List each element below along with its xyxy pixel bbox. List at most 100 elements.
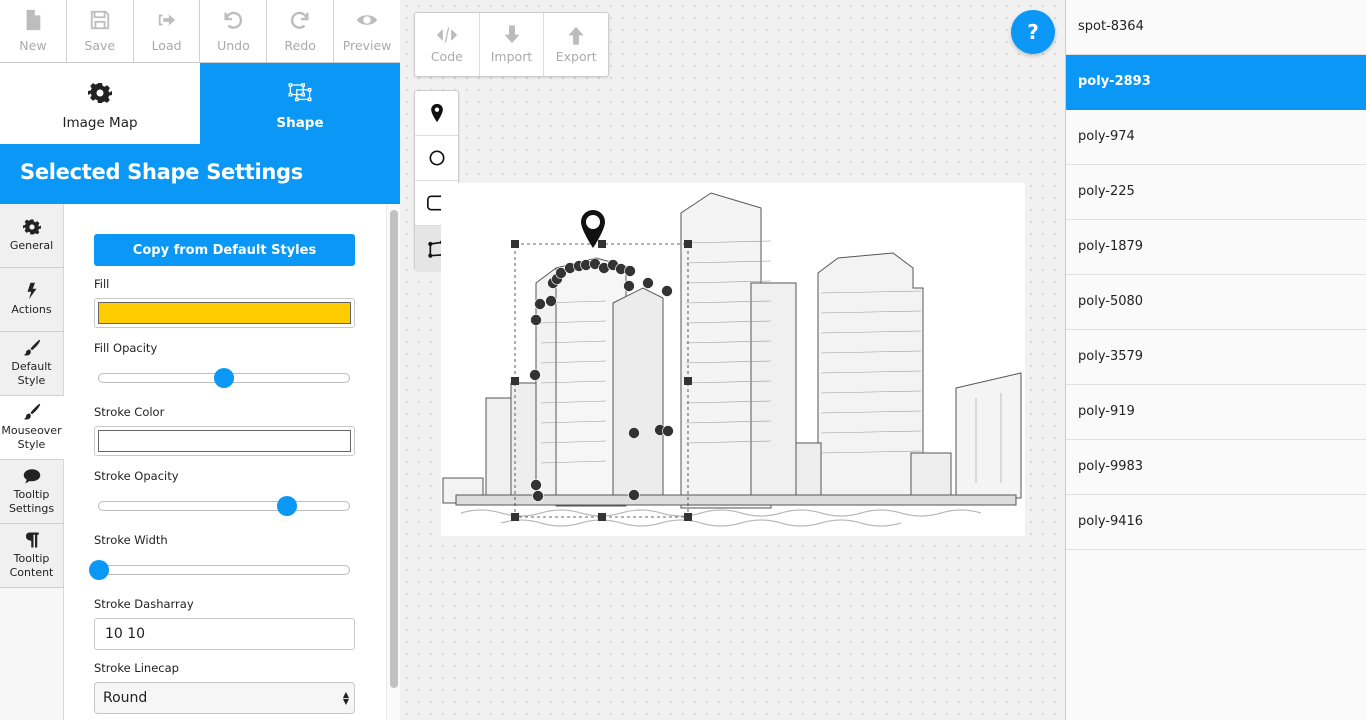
load-button[interactable]: Load (134, 0, 201, 62)
stroke-width-slider[interactable] (89, 560, 350, 580)
polygon-vertex[interactable] (532, 490, 544, 502)
sign-in-icon (158, 14, 175, 26)
polygon-vertex[interactable] (642, 277, 654, 289)
stroke-width-slider-thumb[interactable] (89, 560, 109, 580)
paintbrush-icon (23, 403, 40, 420)
form-scrollbar-thumb[interactable] (390, 210, 398, 688)
main-toolbar: New Save Load Undo Redo Preview (0, 0, 400, 63)
polygon-vertex[interactable] (628, 427, 640, 439)
save-label: Save (84, 38, 116, 53)
polygon-vertex[interactable] (662, 425, 674, 437)
tool-spot[interactable] (415, 91, 458, 136)
new-label: New (19, 38, 47, 53)
tool-oval[interactable] (415, 136, 458, 181)
tab-shape-label: Shape (276, 115, 324, 131)
fill-opacity-slider-thumb[interactable] (214, 368, 234, 388)
resize-handle[interactable] (511, 377, 519, 385)
shape-list-item[interactable]: poly-919 (1066, 385, 1366, 440)
resize-handle[interactable] (598, 513, 606, 521)
floppy-icon (90, 10, 109, 30)
side-tab-mouseover-style[interactable]: Mouseover Style (0, 396, 64, 460)
polygon-vertex[interactable] (534, 298, 546, 310)
code-label: Code (430, 49, 463, 64)
tab-image-map[interactable]: Image Map (0, 63, 200, 144)
stroke-opacity-slider[interactable] (98, 496, 350, 516)
stroke-color-label: Stroke Color (94, 405, 165, 419)
polygon-vertex[interactable] (623, 280, 635, 292)
file-ops-toolbar: Code Import Export (414, 12, 609, 77)
shape-list-item[interactable]: poly-1879 (1066, 220, 1366, 275)
code-button[interactable]: Code (415, 13, 480, 76)
resize-handle[interactable] (511, 513, 519, 521)
arrow-down-icon (503, 25, 520, 44)
circle-icon (429, 150, 444, 166)
fill-opacity-slider[interactable] (98, 368, 350, 388)
stroke-linecap-select[interactable]: Round ▲ ▼ (94, 682, 355, 714)
polygon-vertex[interactable] (530, 479, 542, 491)
editor-canvas: Code Import Export ? (401, 0, 1065, 720)
image-map-image[interactable] (441, 183, 1025, 536)
copy-from-default-button[interactable]: Copy from Default Styles (94, 234, 355, 266)
shape-list-item[interactable]: poly-5080 (1066, 275, 1366, 330)
shape-list-item[interactable]: poly-9416 (1066, 495, 1366, 550)
gear-icon (88, 83, 112, 103)
shape-list-item[interactable]: poly-974 (1066, 110, 1366, 165)
stroke-color-picker[interactable] (94, 426, 355, 456)
tab-shape[interactable]: Shape (200, 63, 400, 144)
side-tab-default-style[interactable]: Default Style (0, 332, 64, 396)
side-tab-tooltip-settings[interactable]: Tooltip Settings (0, 460, 64, 524)
stroke-color-swatch (98, 430, 351, 452)
stroke-opacity-slider-thumb[interactable] (276, 496, 297, 516)
polygon-vertex[interactable] (628, 489, 640, 501)
new-button[interactable]: New (0, 0, 67, 62)
resize-handle[interactable] (684, 513, 692, 521)
export-button[interactable]: Export (544, 13, 608, 76)
tab-image-map-label: Image Map (62, 115, 138, 131)
redo-button[interactable]: Redo (267, 0, 335, 62)
stroke-width-label: Stroke Width (94, 533, 168, 547)
resize-handle[interactable] (511, 240, 519, 248)
undo-button[interactable]: Undo (200, 0, 268, 62)
shape-list-item[interactable]: spot-8364 (1066, 0, 1366, 55)
preview-label: Preview (342, 38, 392, 53)
stroke-linecap-value: Round (103, 690, 148, 706)
side-tab-actions-label: Actions (11, 303, 52, 316)
section-title: Selected Shape Settings (0, 144, 400, 204)
bolt-icon (27, 282, 36, 300)
side-tab-actions[interactable]: Actions (0, 268, 64, 332)
polygon-vertex[interactable] (529, 369, 541, 381)
polygon-vertex[interactable] (624, 265, 636, 277)
shapes-list: spot-8364 poly-2893 poly-974 poly-225 po… (1065, 0, 1366, 720)
shape-list-item[interactable]: poly-225 (1066, 165, 1366, 220)
shape-list-item[interactable]: poly-2893 (1066, 55, 1366, 110)
side-tab-tooltip-settings-label: Tooltip Settings (8, 488, 55, 515)
resize-handles (511, 240, 692, 521)
shape-list-item[interactable]: poly-3579 (1066, 330, 1366, 385)
fill-color-picker[interactable] (94, 298, 355, 328)
preview-button[interactable]: Preview (334, 0, 400, 62)
resize-handle[interactable] (684, 377, 692, 385)
polygon-vertex[interactable] (530, 314, 542, 326)
paragraph-icon (25, 532, 39, 548)
file-icon (26, 9, 41, 31)
polygon-vertex[interactable] (661, 285, 673, 297)
polygon-vertex[interactable] (545, 295, 557, 307)
side-tab-tooltip-content[interactable]: Tooltip Content (0, 524, 64, 588)
stroke-dasharray-input[interactable] (94, 618, 355, 650)
fill-color-swatch (98, 302, 351, 324)
help-button[interactable]: ? (1011, 10, 1055, 54)
resize-handle[interactable] (598, 240, 606, 248)
arrow-up-icon (568, 26, 584, 45)
style-form: Copy from Default Styles Fill Fill Opaci… (64, 204, 386, 720)
import-button[interactable]: Import (480, 13, 545, 76)
save-button[interactable]: Save (67, 0, 134, 62)
form-scrollbar[interactable] (386, 204, 400, 720)
shape-list-item[interactable]: poly-9983 (1066, 440, 1366, 495)
resize-handle[interactable] (684, 240, 692, 248)
select-arrows-icon: ▲ ▼ (342, 690, 349, 706)
paintbrush-icon (23, 339, 40, 356)
redo-icon (291, 11, 309, 29)
side-tab-general[interactable]: General (0, 204, 64, 268)
stroke-opacity-label: Stroke Opacity (94, 469, 179, 483)
side-tab-mouseover-style-label: Mouseover Style (1, 424, 62, 451)
